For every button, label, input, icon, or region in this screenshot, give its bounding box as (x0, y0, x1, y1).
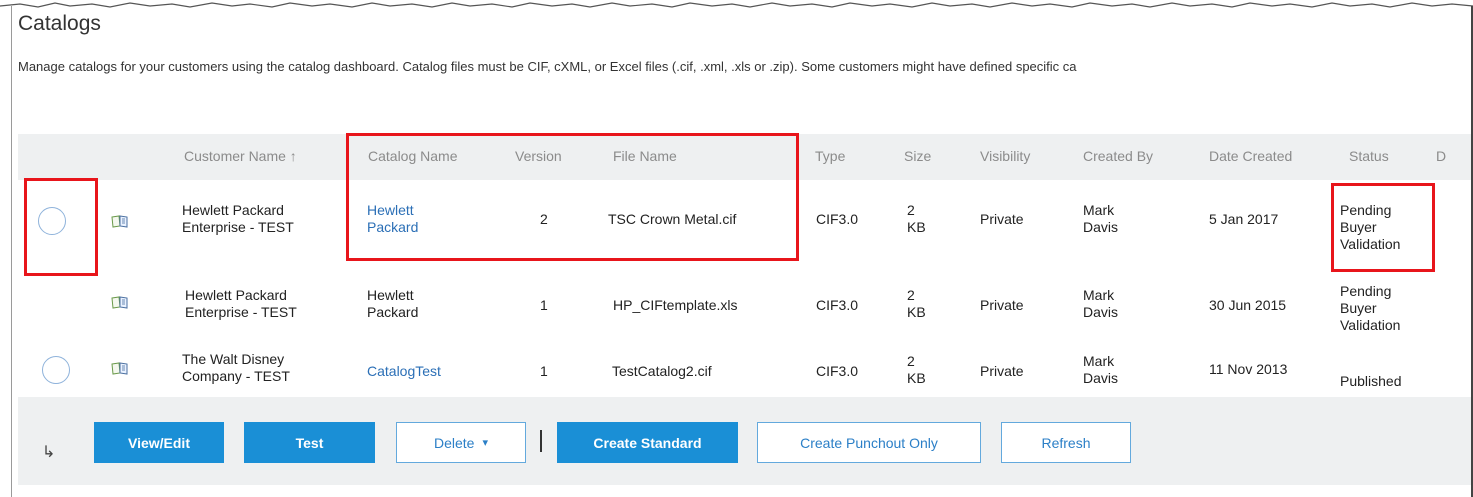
catalog-book-icon (111, 215, 128, 228)
page-description: Manage catalogs for your customers using… (18, 59, 1077, 74)
date-created: 11 Nov 2013 (1209, 361, 1288, 377)
size: 2 KB (907, 353, 926, 386)
catalogs-table: Customer Name ↑ Catalog Name Version Fil… (18, 134, 1471, 396)
table-row[interactable]: The Walt Disney Company - TEST CatalogTes… (18, 349, 1471, 396)
page-title: Catalogs (18, 12, 101, 35)
version: 1 (540, 297, 548, 313)
version: 2 (540, 211, 548, 227)
column-header-d[interactable]: D (1436, 148, 1446, 164)
create-standard-button[interactable]: Create Standard (557, 422, 738, 463)
visibility: Private (980, 297, 1024, 313)
file-name: HP_CIFtemplate.xls (613, 297, 738, 313)
customer-name: Hewlett Packard Enterprise - TEST (182, 202, 294, 235)
version: 1 (540, 363, 548, 379)
column-header-status[interactable]: Status (1349, 148, 1389, 164)
status: Pending Buyer Validation (1340, 283, 1401, 333)
action-bar (18, 397, 1471, 485)
type: CIF3.0 (816, 363, 859, 379)
column-header-date-created[interactable]: Date Created (1209, 148, 1292, 164)
created-by: Mark Davis (1083, 353, 1119, 386)
file-name: TSC Crown Metal.cif (608, 211, 737, 227)
delete-button[interactable]: Delete ▾ (396, 422, 526, 463)
frame-left-edge (11, 6, 12, 497)
column-header-version[interactable]: Version (515, 148, 562, 164)
delete-label: Delete (434, 434, 475, 451)
size: 2 KB (907, 202, 926, 235)
view-edit-button[interactable]: View/Edit (94, 422, 224, 463)
column-header-catalog-name[interactable]: Catalog Name (368, 148, 458, 164)
created-by: Mark Davis (1083, 202, 1119, 235)
table-row[interactable]: Hewlett Packard Enterprise - TEST Hewlett… (18, 180, 1471, 266)
column-header-customer-name[interactable]: Customer Name ↑ (184, 148, 297, 164)
button-separator (540, 430, 542, 452)
selection-arrow-icon: ↳ (42, 444, 56, 461)
date-created: 30 Jun 2015 (1209, 297, 1287, 313)
file-name: TestCatalog2.cif (612, 363, 712, 379)
column-header-size[interactable]: Size (904, 148, 931, 164)
column-header-visibility[interactable]: Visibility (980, 148, 1030, 164)
test-button[interactable]: Test (244, 422, 375, 463)
status: Pending Buyer Validation (1340, 202, 1401, 252)
refresh-button[interactable]: Refresh (1001, 422, 1131, 463)
catalog-book-icon (111, 362, 128, 375)
catalog-book-icon (111, 296, 128, 309)
column-header-created-by[interactable]: Created By (1083, 148, 1153, 164)
row-select-radio[interactable] (38, 207, 66, 235)
create-punchout-only-button[interactable]: Create Punchout Only (757, 422, 981, 463)
visibility: Private (980, 363, 1024, 379)
catalog-name-link[interactable]: Hewlett Packard (367, 202, 418, 236)
customer-name: The Walt Disney Company - TEST (182, 351, 290, 384)
customer-name: Hewlett Packard Enterprise - TEST (185, 287, 297, 320)
visibility: Private (980, 211, 1024, 227)
date-created: 5 Jan 2017 (1209, 211, 1279, 227)
size: 2 KB (907, 287, 926, 320)
catalog-name-link[interactable]: CatalogTest (367, 363, 441, 380)
type: CIF3.0 (816, 297, 859, 313)
row-select-radio[interactable] (42, 356, 70, 384)
chevron-down-icon: ▾ (482, 437, 488, 449)
table-header: Customer Name ↑ Catalog Name Version Fil… (18, 134, 1471, 181)
created-by: Mark Davis (1083, 287, 1119, 320)
catalog-name: Hewlett Packard (367, 287, 419, 320)
status: Published (1340, 373, 1402, 389)
column-header-type[interactable]: Type (815, 148, 845, 164)
table-row[interactable]: Hewlett Packard Enterprise - TEST Hewlett… (18, 265, 1471, 350)
column-header-file-name[interactable]: File Name (613, 148, 677, 164)
torn-edge-decoration (0, 2, 1473, 8)
type: CIF3.0 (816, 211, 859, 227)
